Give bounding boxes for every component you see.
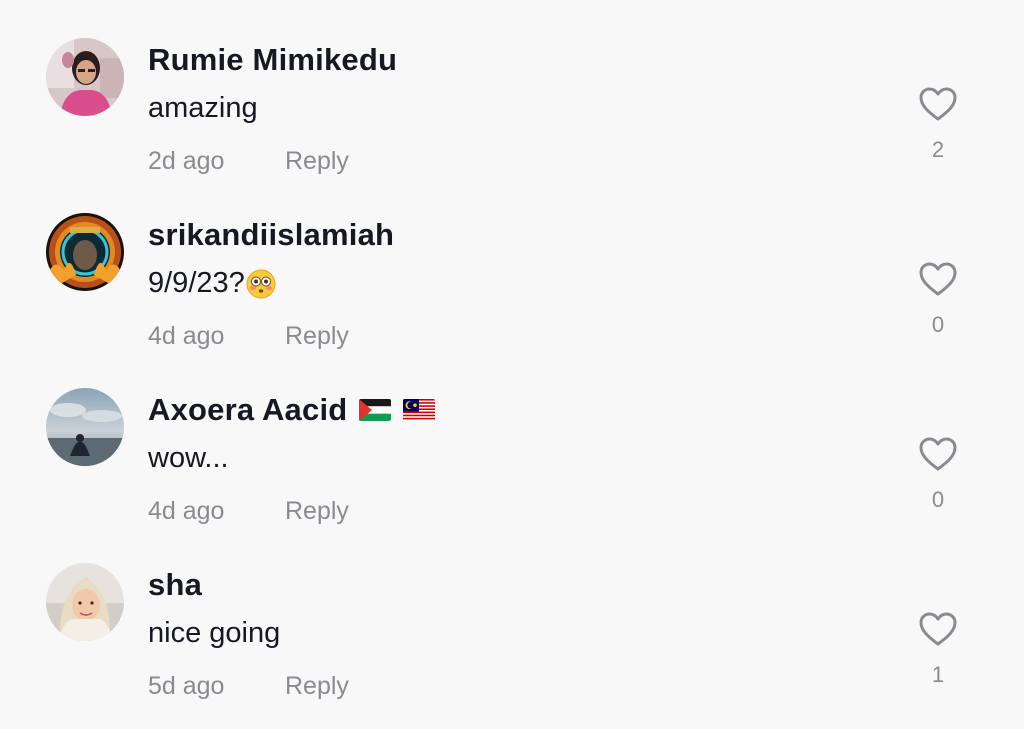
timestamp: 2d ago bbox=[148, 147, 225, 175]
comment-text: wow... bbox=[148, 442, 229, 475]
heart-outline-icon[interactable] bbox=[918, 261, 958, 297]
username[interactable]: Axoera Aacid bbox=[148, 392, 436, 428]
avatar[interactable] bbox=[46, 388, 124, 466]
comment-body: amazing bbox=[148, 92, 258, 124]
avatar[interactable] bbox=[46, 563, 124, 641]
comment-text: nice going bbox=[148, 617, 280, 650]
username-text: sha bbox=[148, 567, 203, 602]
heart-outline-icon[interactable] bbox=[918, 86, 958, 122]
comment-meta: 2d ago Reply bbox=[148, 147, 349, 176]
comment-item: Rumie Mimikedu amazing 2d ago Reply 2 bbox=[0, 0, 1024, 175]
username-text: srikandiislamiah bbox=[148, 217, 395, 252]
comment-body: nice going bbox=[148, 617, 281, 649]
like-count: 0 bbox=[931, 487, 945, 512]
comment-item: srikandiislamiah 9/9/23? 4d ago Reply 0 bbox=[0, 175, 1024, 350]
username-text: Axoera Aacid bbox=[148, 392, 348, 427]
username[interactable]: srikandiislamiah bbox=[148, 217, 394, 253]
username-text: Rumie Mimikedu bbox=[148, 42, 398, 77]
username[interactable]: Rumie Mimikedu bbox=[148, 42, 397, 78]
like-count: 0 bbox=[931, 312, 945, 337]
timestamp: 5d ago bbox=[148, 672, 225, 700]
comment-meta: 4d ago Reply bbox=[148, 497, 349, 526]
comment-meta: 4d ago Reply bbox=[148, 322, 349, 351]
comment-text: amazing bbox=[148, 92, 258, 125]
flushed-face-emoji bbox=[246, 269, 276, 299]
reply-button[interactable]: Reply bbox=[285, 672, 349, 701]
comment-item: Axoera Aacid wow... 4d ago Reply 0 bbox=[0, 350, 1024, 525]
comment-body: 9/9/23? bbox=[148, 267, 245, 299]
timestamp: 4d ago bbox=[148, 322, 225, 350]
palestine-flag bbox=[359, 399, 392, 421]
like-count: 2 bbox=[931, 137, 945, 162]
heart-outline-icon[interactable] bbox=[918, 611, 958, 647]
comment-item: sha nice going 5d ago Reply 1 bbox=[0, 525, 1024, 700]
avatar[interactable] bbox=[46, 213, 124, 291]
comment-meta: 5d ago Reply bbox=[148, 672, 349, 701]
like-count: 1 bbox=[931, 662, 945, 687]
reply-button[interactable]: Reply bbox=[285, 497, 349, 526]
avatar[interactable] bbox=[46, 38, 124, 116]
comment-body: wow... bbox=[148, 442, 229, 474]
username[interactable]: sha bbox=[148, 567, 202, 603]
comment-text: 9/9/23? bbox=[148, 267, 276, 300]
timestamp: 4d ago bbox=[148, 497, 225, 525]
reply-button[interactable]: Reply bbox=[285, 147, 349, 176]
malaysia-flag bbox=[403, 399, 436, 421]
reply-button[interactable]: Reply bbox=[285, 322, 349, 351]
heart-outline-icon[interactable] bbox=[918, 436, 958, 472]
